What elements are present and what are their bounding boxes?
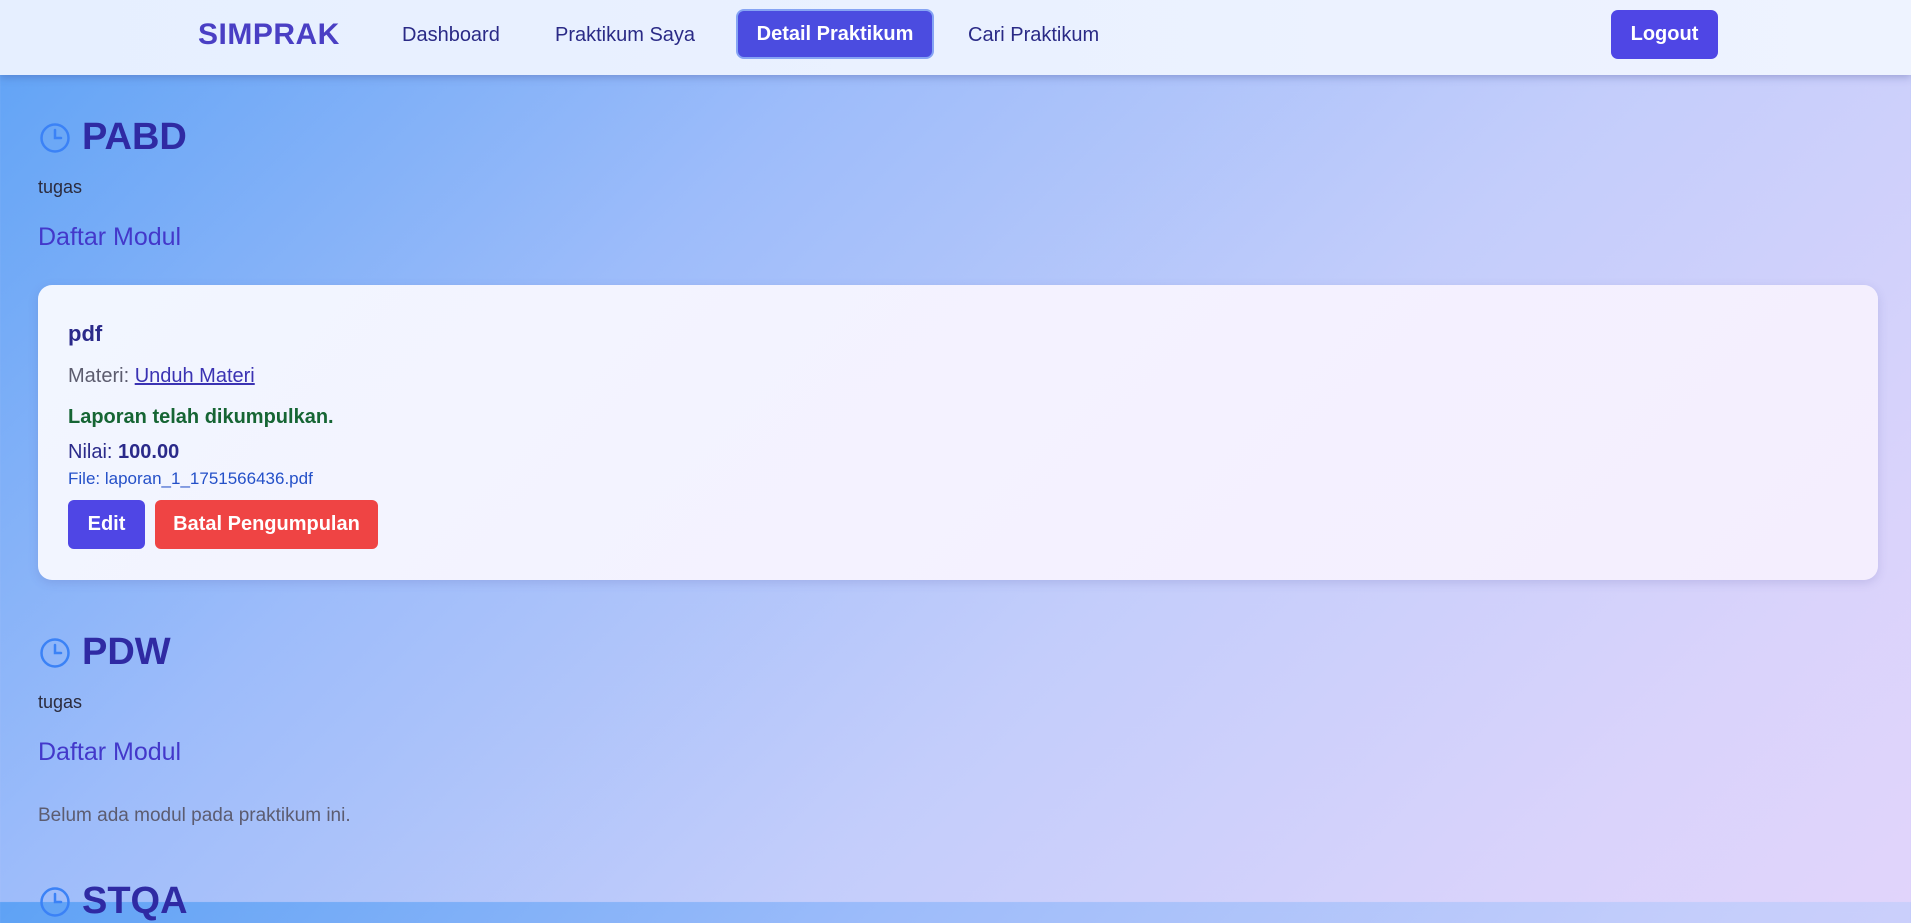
top-navbar: SIMPRAK Dashboard Praktikum Saya Detail … (0, 0, 1911, 75)
nav-link-praktikum-saya[interactable]: Praktikum Saya (555, 24, 695, 47)
download-materi-link[interactable]: Unduh Materi (135, 365, 255, 387)
submission-status: Laporan telah dikumpulkan. (68, 406, 334, 428)
materi-label: Materi: (68, 365, 130, 387)
grade-label: Nilai: (68, 441, 113, 463)
empty-modules-message: Belum ada modul pada praktikum ini. (38, 805, 351, 826)
section-description: tugas (38, 177, 83, 197)
grade-value: 100.00 (118, 441, 180, 463)
nav-link-dashboard[interactable]: Dashboard (402, 24, 500, 47)
clock-icon (40, 887, 70, 917)
clock-icon (40, 638, 70, 668)
nav-link-cari-praktikum[interactable]: Cari Praktikum (968, 24, 1099, 47)
nav-link-detail-praktikum[interactable]: Detail Praktikum (736, 9, 934, 59)
logout-button[interactable]: Logout (1611, 10, 1718, 59)
module-materi: Materi: Unduh Materi (68, 365, 255, 388)
module-list-heading: Daftar Modul (38, 738, 182, 766)
module-list-heading: Daftar Modul (38, 223, 182, 251)
brand-logo[interactable]: SIMPRAK (198, 18, 340, 52)
submitted-file-link[interactable]: File: laporan_1_1751566436.pdf (68, 469, 313, 489)
section-title: PDW (82, 631, 171, 673)
clock-icon (40, 123, 70, 153)
module-grade: Nilai: 100.00 (68, 441, 179, 464)
section-description: tugas (38, 692, 83, 712)
module-title: pdf (68, 321, 103, 346)
section-title: PABD (82, 116, 187, 158)
edit-button[interactable]: Edit (68, 500, 145, 549)
cancel-submission-button[interactable]: Batal Pengumpulan (155, 500, 378, 549)
module-card: pdf Materi: Unduh Materi Laporan telah d… (38, 285, 1878, 580)
